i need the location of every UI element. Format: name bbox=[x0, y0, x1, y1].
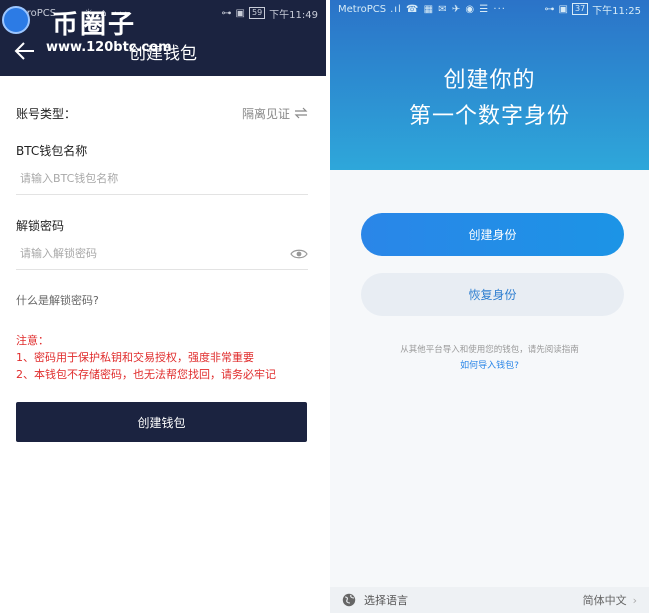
status-bar: MetroPCS ☀ ⌂ ··· ⊶ ▣ 59 下午11:49 bbox=[0, 0, 326, 26]
hero-title-line-1: 创建你的 bbox=[443, 68, 536, 93]
password-input[interactable] bbox=[16, 247, 290, 260]
carrier-label: MetroPCS bbox=[338, 3, 387, 15]
import-hint-text: 从其他平台导入和使用您的钱包，请先阅读指南 bbox=[400, 345, 579, 355]
language-selector[interactable]: 选择语言 简体中文 › bbox=[330, 587, 649, 613]
restore-identity-button[interactable]: 恢复身份 bbox=[361, 273, 624, 316]
notification-icons: ☀ ⌂ ··· bbox=[84, 7, 130, 19]
notice-title: 注意： bbox=[16, 334, 49, 347]
nfc-icon: ▣ bbox=[558, 3, 568, 15]
page-title: 创建钱包 bbox=[129, 44, 197, 64]
key-icon: ⊶ bbox=[544, 3, 555, 15]
status-time: 下午11:49 bbox=[269, 9, 318, 21]
notice-block: 注意： 1、密码用于保护私钥和交易授权，强度非常重要 2、本钱包不存储密码，也无… bbox=[16, 332, 308, 383]
wallet-name-field bbox=[16, 163, 308, 195]
notice-line-2: 2、本钱包不存储密码，也无法帮您找回，请务必牢记 bbox=[16, 368, 276, 381]
chevron-right-icon: › bbox=[632, 593, 637, 607]
create-wallet-button[interactable]: 创建钱包 bbox=[16, 402, 307, 442]
hero-banner: MetroPCS .ıl ☎ ▦ ✉ ✈ ◉ ☰ ··· ⊶ ▣ 37 下午11… bbox=[330, 0, 649, 170]
carrier-label: MetroPCS bbox=[8, 7, 57, 19]
password-field bbox=[16, 238, 308, 270]
what-is-password-link[interactable]: 什么是解锁密码? bbox=[16, 292, 308, 308]
switch-icon bbox=[294, 107, 308, 119]
wallet-name-input[interactable] bbox=[16, 172, 308, 185]
current-language: 简体中文 bbox=[582, 594, 627, 607]
key-icon: ⊶ bbox=[221, 7, 232, 19]
eye-icon[interactable] bbox=[290, 248, 308, 260]
status-time: 下午11:25 bbox=[592, 5, 641, 17]
wallet-form: 账号类型： 隔离见证 BTC钱包名称 解锁密码 什么是解锁密码? 注意： 1、密… bbox=[16, 96, 308, 383]
create-wallet-screen: MetroPCS ☀ ⌂ ··· ⊶ ▣ 59 下午11:49 创建钱包 币圈子… bbox=[0, 0, 326, 613]
battery-indicator: 37 bbox=[571, 3, 589, 15]
create-identity-button[interactable]: 创建身份 bbox=[361, 213, 624, 256]
account-type-label: 账号类型： bbox=[16, 106, 77, 121]
account-type-row[interactable]: 账号类型： 隔离见证 bbox=[16, 96, 308, 130]
battery-indicator: 59 bbox=[248, 7, 266, 19]
status-bar: MetroPCS .ıl ☎ ▦ ✉ ✈ ◉ ☰ ··· ⊶ ▣ 37 下午11… bbox=[330, 0, 649, 18]
notification-icons: .ıl ☎ ▦ ✉ ✈ ◉ ☰ ··· bbox=[390, 3, 506, 15]
language-label: 选择语言 bbox=[364, 594, 408, 607]
account-type-value-text: 隔离见证 bbox=[241, 106, 290, 121]
import-guide-link[interactable]: 如何导入钱包? bbox=[330, 358, 649, 371]
account-type-value[interactable]: 隔离见证 bbox=[242, 105, 308, 122]
wallet-name-label: BTC钱包名称 bbox=[16, 144, 88, 158]
notice-line-1: 1、密码用于保护私钥和交易授权，强度非常重要 bbox=[16, 351, 254, 364]
globe-icon bbox=[342, 593, 356, 607]
top-navbar: 创建钱包 bbox=[0, 26, 326, 76]
password-label: 解锁密码 bbox=[16, 219, 65, 233]
nfc-icon: ▣ bbox=[235, 7, 245, 19]
hero-title-line-2: 第一个数字身份 bbox=[408, 104, 570, 129]
create-identity-screen: MetroPCS .ıl ☎ ▦ ✉ ✈ ◉ ☰ ··· ⊶ ▣ 37 下午11… bbox=[330, 0, 649, 613]
